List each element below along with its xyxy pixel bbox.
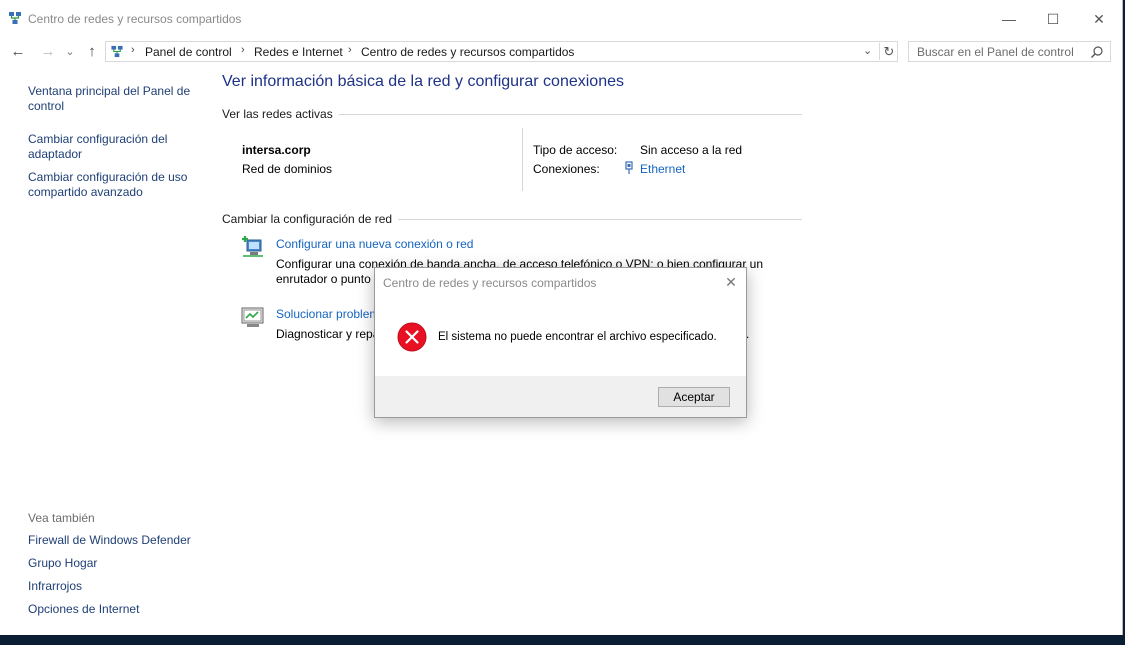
window-title: Centro de redes y recursos compartidos (28, 12, 242, 26)
search-icon[interactable] (1090, 45, 1104, 59)
chevron-down-icon[interactable]: ⌄ (863, 44, 872, 57)
network-center-icon (111, 45, 123, 58)
breadcrumb-separator[interactable]: › (131, 44, 135, 56)
connections-label: Conexiones: (533, 162, 600, 176)
title-bar: Centro de redes y recursos compartidos —… (0, 0, 1122, 38)
up-button[interactable]: ↑ (82, 42, 102, 62)
back-button[interactable]: ← (8, 42, 28, 62)
minimize-button[interactable]: — (986, 0, 1032, 38)
breadcrumb-redes-e-internet[interactable]: Redes e Internet (254, 45, 343, 59)
link-control-panel-home[interactable]: Ventana principal del Panel de control (28, 84, 203, 114)
dialog-footer: Aceptar (375, 376, 746, 417)
new-connection-icon (242, 236, 263, 257)
error-dialog: Centro de redes y recursos compartidos ✕… (374, 267, 747, 418)
link-internet-options[interactable]: Opciones de Internet (28, 602, 203, 617)
see-also-heading: Vea también (28, 511, 95, 525)
network-category: Red de dominios (242, 162, 333, 176)
error-icon (397, 322, 427, 352)
search-box[interactable]: Buscar en el Panel de control (908, 41, 1111, 62)
page-title: Ver información básica de la red y confi… (222, 73, 624, 90)
troubleshoot-icon (241, 307, 264, 327)
forward-button[interactable]: → (38, 42, 58, 62)
active-networks-heading: Ver las redes activas (222, 107, 339, 121)
troubleshoot-problems-link[interactable]: Solucionar problem (276, 307, 379, 321)
close-button[interactable]: ✕ (1076, 0, 1122, 38)
control-panel-window: Centro de redes y recursos compartidos —… (0, 0, 1123, 635)
network-center-icon (9, 12, 21, 24)
ethernet-icon (625, 161, 633, 174)
search-input[interactable]: Buscar en el Panel de control (917, 45, 1074, 59)
dialog-message: El sistema no puede encontrar el archivo… (438, 331, 717, 343)
link-homegroup[interactable]: Grupo Hogar (28, 556, 203, 571)
link-advanced-sharing-settings[interactable]: Cambiar configuración de uso compartido … (28, 170, 203, 200)
link-windows-defender-firewall[interactable]: Firewall de Windows Defender (28, 533, 203, 548)
divider (522, 128, 523, 191)
breadcrumb-panel-de-control[interactable]: Panel de control (145, 45, 232, 59)
ethernet-connection-link[interactable]: Ethernet (640, 162, 685, 176)
access-type-label: Tipo de acceso: (533, 143, 618, 157)
dialog-close-button[interactable]: ✕ (721, 272, 741, 292)
change-settings-heading: Cambiar la configuración de red (222, 212, 399, 226)
link-change-adapter-settings[interactable]: Cambiar configuración del adaptador (28, 132, 203, 162)
dialog-title: Centro de redes y recursos compartidos (383, 276, 597, 290)
troubleshoot-problems-desc-tail: . (746, 327, 750, 341)
maximize-button[interactable]: ☐ (1030, 0, 1076, 38)
access-type-value: Sin acceso a la red (640, 143, 743, 157)
breadcrumb-separator[interactable]: › (241, 44, 245, 56)
breadcrumb-current[interactable]: Centro de redes y recursos compartidos (361, 45, 574, 59)
ok-button[interactable]: Aceptar (658, 387, 730, 407)
recent-locations-button[interactable]: ⌄ (62, 42, 78, 62)
address-bar[interactable]: › Panel de control › Redes e Internet › … (105, 41, 898, 62)
network-name: intersa.corp (242, 143, 311, 157)
breadcrumb-separator[interactable]: › (348, 44, 352, 56)
link-infrared[interactable]: Infrarrojos (28, 579, 203, 594)
setup-new-connection-link[interactable]: Configurar una nueva conexión o red (276, 237, 473, 251)
refresh-icon[interactable]: ↻ (879, 43, 898, 60)
